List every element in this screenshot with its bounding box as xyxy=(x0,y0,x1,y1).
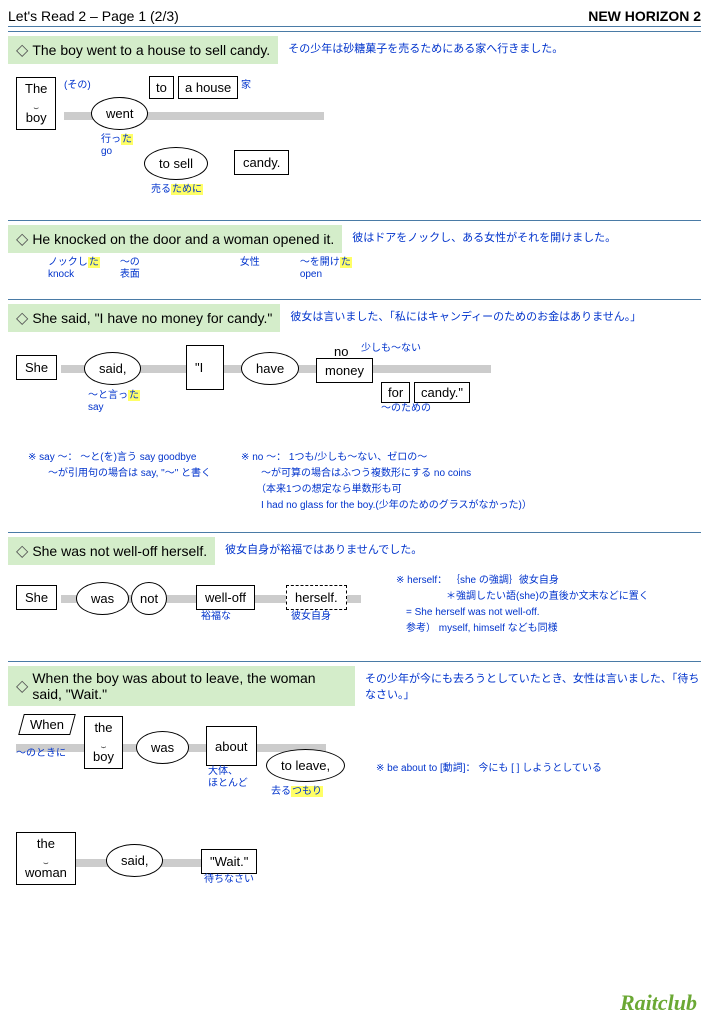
w: to leave, xyxy=(266,749,345,782)
w: The xyxy=(25,81,47,96)
ann: knock xyxy=(48,269,74,280)
ann: ノックした xyxy=(48,257,100,268)
s2-jp: 彼はドアをノックし、ある女性がそれを開けました。 xyxy=(352,225,616,245)
sentence-4: ◇She was not well-off herself. 彼女自身が裕福では… xyxy=(8,532,701,643)
sentence-3: ◇She said, "I have no money for candy." … xyxy=(8,299,701,514)
ann: 女性 xyxy=(240,257,260,268)
w: "Wait." xyxy=(201,849,257,874)
s3-en: She said, "I have no money for candy." xyxy=(32,310,272,326)
note: ※ herself： ｛she の強調｝彼女自身 ＊強調したい語(she)の直後… xyxy=(396,573,649,643)
header-left: Let's Read 2 – Page 1 (2/3) xyxy=(8,8,179,24)
s5-en: When the boy was about to leave, the wom… xyxy=(32,670,347,702)
ann: open xyxy=(300,269,322,280)
w: said, xyxy=(106,844,163,877)
note: ※ no 〜： 1つも/少しも〜ない、ゼロの〜 〜が可算の場合はふつう複数形にす… xyxy=(241,450,532,514)
w: was xyxy=(136,731,189,764)
w: boy xyxy=(26,110,47,125)
w: She xyxy=(16,355,57,380)
w: to xyxy=(149,76,174,99)
ann: 〜のための xyxy=(381,403,431,415)
ann: 〜と言った xyxy=(88,390,140,401)
sentence-1: ◇The boy went to a house to sell candy. … xyxy=(8,31,701,202)
s5-jp: その少年が今にも去ろうとしていたとき、女性は言いました、「待ちなさい。」 xyxy=(365,666,701,702)
diamond-icon: ◇ xyxy=(16,541,28,561)
ann: 彼女自身 xyxy=(291,611,331,623)
ann: 去るつもり xyxy=(271,786,323,798)
diamond-icon: ◇ xyxy=(16,229,28,249)
w: about xyxy=(206,726,257,766)
w: woman xyxy=(25,865,67,880)
ann: (その) xyxy=(64,80,91,92)
w: candy." xyxy=(414,382,470,403)
s1-jp: その少年は砂糖菓子を売るためにある家へ行きました。 xyxy=(288,36,563,56)
sentence-5: ◇When the boy was about to leave, the wo… xyxy=(8,661,701,924)
s3-jp: 彼女は言いました、「私にはキャンディーのためのお金はありません。」 xyxy=(290,304,641,324)
w: was xyxy=(76,582,129,615)
s2-en: He knocked on the door and a woman opene… xyxy=(32,231,334,247)
ann: 〜の xyxy=(120,257,140,268)
w: the xyxy=(37,836,55,851)
w: "I xyxy=(186,345,224,390)
w: went xyxy=(91,97,148,130)
ann: 行った xyxy=(101,134,133,145)
diamond-icon: ◇ xyxy=(16,676,28,696)
diamond-icon: ◇ xyxy=(16,308,28,328)
ann: 売るために xyxy=(151,184,203,196)
sentence-2: ◇He knocked on the door and a woman open… xyxy=(8,220,701,281)
note: ※ say 〜： 〜と(を)言う say goodbye 〜が引用句の場合は s… xyxy=(28,450,211,514)
s4-en: She was not well-off herself. xyxy=(32,543,207,559)
w: When xyxy=(30,717,64,732)
w: a house xyxy=(178,76,238,99)
w: to sell xyxy=(144,147,208,180)
w: have xyxy=(241,352,299,385)
s1-en: The boy went to a house to sell candy. xyxy=(32,42,270,58)
ann: ほとんど xyxy=(208,778,248,789)
header: Let's Read 2 – Page 1 (2/3) NEW HORIZON … xyxy=(8,8,701,27)
s4-jp: 彼女自身が裕福ではありませんでした。 xyxy=(225,537,422,557)
w: money xyxy=(316,358,373,383)
note: ※ be about to [動詞]： 今にも [ ] しようとしている xyxy=(376,761,602,924)
ann: 少しも〜ない xyxy=(361,343,421,355)
w: candy. xyxy=(234,150,289,175)
w: herself. xyxy=(286,585,347,610)
ann: 〜のときに xyxy=(16,748,66,760)
ann: say xyxy=(88,402,104,413)
w: the xyxy=(94,720,112,735)
ann: 待ちなさい xyxy=(204,874,254,886)
w: well-off xyxy=(196,585,255,610)
ann: 表面 xyxy=(120,269,140,280)
ann: 大体、 xyxy=(208,766,238,777)
w: boy xyxy=(93,749,114,764)
ann: 〜を開けた xyxy=(300,257,352,268)
w: said, xyxy=(84,352,141,385)
ann: go xyxy=(101,146,112,157)
w: not xyxy=(131,582,167,615)
w: for xyxy=(381,382,410,403)
header-right: NEW HORIZON 2 xyxy=(588,8,701,24)
w: She xyxy=(16,585,57,610)
ann: 家 xyxy=(241,80,251,92)
footer-logo: Raitclub xyxy=(620,990,697,1016)
ann: 裕福な xyxy=(201,611,231,623)
diamond-icon: ◇ xyxy=(16,40,28,60)
